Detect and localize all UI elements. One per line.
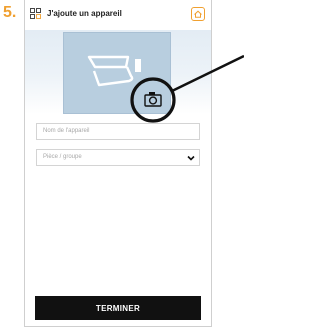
step-number: 5.	[3, 4, 17, 21]
device-name-field[interactable]: Nom de l'appareil	[36, 123, 200, 140]
grid-icon	[30, 8, 41, 19]
room-select-placeholder: Pièce / groupe	[43, 154, 82, 160]
device-name-placeholder: Nom de l'appareil	[43, 128, 90, 134]
device-photo-area	[25, 30, 211, 114]
camera-device-icon	[87, 55, 141, 87]
home-icon	[194, 10, 202, 18]
room-select[interactable]: Pièce / groupe	[36, 149, 200, 166]
page-title: J'ajoute un appareil	[47, 9, 122, 18]
finish-button[interactable]: TERMINER	[35, 296, 201, 320]
phone-screen: J'ajoute un appareil Nom de l'appareil P…	[24, 0, 212, 327]
app-header: J'ajoute un appareil	[25, 0, 211, 30]
device-photo[interactable]	[63, 32, 171, 114]
home-button[interactable]	[191, 7, 205, 21]
chevron-down-icon	[187, 155, 195, 161]
